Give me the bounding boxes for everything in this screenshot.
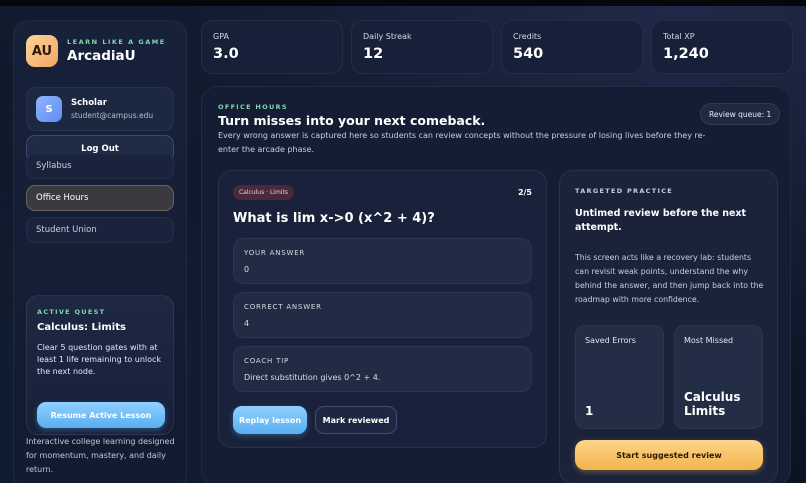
stat-label: Credits: [513, 32, 542, 41]
most-missed-card: Most Missed Calculus Limits: [674, 325, 763, 429]
stat-value: 540: [513, 46, 544, 62]
your-answer-box: YOUR ANSWER 0: [233, 238, 532, 284]
sidebar-item-label: Student Union: [36, 225, 97, 235]
user-email: student@campus.edu: [71, 111, 154, 120]
stat-label: GPA: [213, 32, 229, 41]
most-missed-label: Most Missed: [684, 336, 734, 345]
targeted-practice-card: TARGETED PRACTICE Untimed review before …: [559, 170, 778, 483]
stat-card-credits: Credits 540: [501, 20, 643, 74]
saved-errors-value: 1: [585, 404, 594, 418]
start-suggested-review-button[interactable]: Start suggested review: [575, 440, 763, 470]
active-quest-card: ACTIVE QUEST Calculus: Limits Clear 5 qu…: [26, 295, 174, 435]
review-queue-badge: Review queue: 1: [700, 103, 781, 125]
question-card: Calculus · Limits 2/5 What is lim x->0 (…: [218, 170, 547, 448]
sidebar: AU LEARN LIKE A GAME ArcadiaU S Scholar …: [13, 20, 187, 483]
quest-title: Calculus: Limits: [37, 322, 126, 333]
user-card[interactable]: S Scholar student@campus.edu: [26, 87, 174, 131]
stat-card-xp: Total XP 1,240: [651, 20, 793, 74]
stat-label: Total XP: [663, 32, 695, 41]
page-description: Every wrong answer is captured here so s…: [218, 131, 706, 154]
stat-label: Daily Streak: [363, 32, 412, 41]
topic-chip: Calculus · Limits: [233, 185, 294, 200]
coach-tip-value: Direct substitution gives 0^2 + 4.: [244, 373, 381, 382]
saved-errors-label: Saved Errors: [585, 336, 636, 345]
stat-value: 12: [363, 46, 384, 62]
stat-card-streak: Daily Streak 12: [351, 20, 493, 74]
quest-tag: ACTIVE QUEST: [37, 308, 106, 316]
brand-tagline: LEARN LIKE A GAME: [67, 38, 166, 46]
mark-reviewed-button[interactable]: Mark reviewed: [315, 406, 397, 434]
replay-lesson-button[interactable]: Replay lesson: [233, 406, 307, 434]
sidebar-item-student-union[interactable]: Student Union: [26, 217, 174, 243]
practice-tag: TARGETED PRACTICE: [575, 187, 674, 195]
user-name: Scholar: [71, 98, 107, 108]
brand: AU LEARN LIKE A GAME ArcadiaU: [26, 35, 166, 67]
brand-logo: AU: [26, 35, 58, 67]
your-answer-label: YOUR ANSWER: [244, 249, 306, 257]
question-counter: 2/5: [517, 188, 532, 197]
coach-tip-label: COACH TIP: [244, 357, 290, 365]
page-title: Turn misses into your next comeback.: [218, 113, 486, 128]
sidebar-item-label: Office Hours: [36, 193, 89, 203]
sidebar-footer-text: Interactive college learning designed fo…: [26, 437, 175, 474]
stat-value: 1,240: [663, 46, 709, 62]
stat-value: 3.0: [213, 46, 239, 62]
your-answer-value: 0: [244, 265, 250, 274]
most-missed-value: Calculus Limits: [684, 390, 741, 418]
sidebar-item-office-hours[interactable]: Office Hours: [26, 185, 174, 211]
sidebar-item-syllabus[interactable]: Syllabus: [26, 153, 174, 179]
correct-answer-label: CORRECT ANSWER: [244, 303, 322, 311]
sidebar-item-label: Syllabus: [36, 161, 72, 171]
stat-card-gpa: GPA 3.0: [201, 20, 343, 74]
resume-lesson-button[interactable]: Resume Active Lesson: [37, 402, 165, 428]
question-text: What is lim x->0 (x^2 + 4)?: [233, 211, 435, 226]
saved-errors-card: Saved Errors 1: [575, 325, 664, 429]
avatar: S: [36, 96, 62, 122]
coach-tip-box: COACH TIP Direct substitution gives 0^2 …: [233, 346, 532, 392]
quest-description: Clear 5 question gates with at least 1 l…: [37, 343, 162, 376]
brand-name: ArcadiaU: [67, 48, 136, 64]
section-tag: OFFICE HOURS: [218, 103, 288, 111]
correct-answer-box: CORRECT ANSWER 4: [233, 292, 532, 338]
office-hours-panel: OFFICE HOURS Turn misses into your next …: [201, 86, 791, 483]
practice-title: Untimed review before the next attempt.: [575, 208, 747, 233]
practice-description: This screen acts like a recovery lab: st…: [575, 253, 764, 304]
correct-answer-value: 4: [244, 319, 250, 328]
top-bar: [0, 0, 806, 6]
